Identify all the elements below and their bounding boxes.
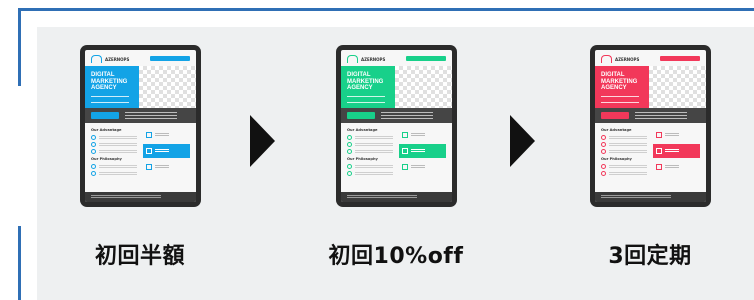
brand-name: AZERNOPS (361, 56, 386, 62)
bullet-icon (347, 171, 352, 176)
tablet-flyer-card-2[interactable]: AZERNOPS DIGITAL MARKETING AGENCY Our Ad… (336, 45, 457, 207)
feature-icon (656, 148, 662, 154)
brand: AZERNOPS (347, 55, 385, 63)
tablet-flyer-card-3[interactable]: AZERNOPS DIGITAL MARKETING AGENCY Our Ad… (590, 45, 711, 207)
frame-border-left-upper (18, 8, 21, 86)
advantage-column: Our Advantage Our Philosophy (91, 128, 137, 178)
label-3-times-subscription: 3回定期 (608, 244, 692, 269)
feature-column (653, 128, 700, 176)
feature-icon (146, 164, 152, 170)
bullet-icon (601, 135, 606, 140)
tablet-flyer-card-1[interactable]: AZERNOPS DIGITAL MARKETING AGENCY Our Ad… (80, 45, 201, 207)
flyer-screen: AZERNOPS DIGITAL MARKETING AGENCY Our Ad… (341, 50, 452, 202)
bullet-icon (601, 164, 606, 169)
hero-title: DIGITAL MARKETING AGENCY (601, 72, 638, 92)
logo-icon (347, 55, 358, 63)
bullet-icon (347, 142, 352, 147)
image-placeholder (139, 66, 196, 108)
arrow-right-icon (250, 115, 275, 167)
flyer-screen: AZERNOPS DIGITAL MARKETING AGENCY Our Ad… (85, 50, 196, 202)
flyer-footer (595, 192, 706, 202)
section-title-philosophy: Our Philosophy (347, 157, 378, 161)
bullet-icon (601, 171, 606, 176)
hero-block: DIGITAL MARKETING AGENCY (85, 66, 139, 108)
section-title-advantage: Our Advantage (91, 128, 122, 132)
bullet-icon (347, 135, 352, 140)
flyer-screen: AZERNOPS DIGITAL MARKETING AGENCY Our Ad… (595, 50, 706, 202)
bullet-icon (91, 149, 96, 154)
bullet-icon (347, 164, 352, 169)
header-pill (660, 56, 700, 61)
band-text-lines (381, 112, 433, 119)
flyer-footer (341, 192, 452, 202)
feature-icon (656, 132, 662, 138)
brand-name: AZERNOPS (105, 56, 130, 62)
bullet-icon (601, 142, 606, 147)
label-half-price: 初回半額 (94, 244, 185, 269)
arrow-right-icon (510, 115, 535, 167)
bullet-icon (91, 135, 96, 140)
feature-icon (402, 148, 408, 154)
feature-icon (402, 132, 408, 138)
label-10-percent-off: 初回10%off (328, 244, 464, 269)
band-button (601, 112, 629, 119)
hero-subtitle-lines (347, 96, 385, 103)
section-title-advantage: Our Advantage (601, 128, 632, 132)
hero-subtitle-lines (601, 96, 639, 103)
flyer-footer (85, 192, 196, 202)
hero-subtitle-lines (91, 96, 129, 103)
image-placeholder (395, 66, 452, 108)
feature-icon (146, 148, 152, 154)
band-button (91, 112, 119, 119)
section-title-advantage: Our Advantage (347, 128, 378, 132)
feature-icon (656, 164, 662, 170)
bullet-icon (91, 171, 96, 176)
bullet-icon (91, 142, 96, 147)
advantage-column: Our Advantage Our Philosophy (347, 128, 393, 178)
section-title-philosophy: Our Philosophy (91, 157, 122, 161)
logo-icon (601, 55, 612, 63)
bullet-icon (347, 149, 352, 154)
brand-name: AZERNOPS (615, 56, 640, 62)
band-text-lines (125, 112, 177, 119)
advantage-column: Our Advantage Our Philosophy (601, 128, 647, 178)
frame-border-top (18, 8, 754, 11)
hero-title: DIGITAL MARKETING AGENCY (91, 72, 128, 92)
band-button (347, 112, 375, 119)
frame-border-left-lower (18, 226, 21, 300)
feature-column (143, 128, 190, 176)
hero-title: DIGITAL MARKETING AGENCY (347, 72, 384, 92)
feature-icon (146, 132, 152, 138)
section-title-philosophy: Our Philosophy (601, 157, 632, 161)
logo-icon (91, 55, 102, 63)
brand: AZERNOPS (601, 55, 639, 63)
feature-icon (402, 164, 408, 170)
hero-block: DIGITAL MARKETING AGENCY (341, 66, 395, 108)
bullet-icon (601, 149, 606, 154)
header-pill (150, 56, 190, 61)
hero-block: DIGITAL MARKETING AGENCY (595, 66, 649, 108)
band-text-lines (635, 112, 687, 119)
header-pill (406, 56, 446, 61)
image-placeholder (649, 66, 706, 108)
bullet-icon (91, 164, 96, 169)
brand: AZERNOPS (91, 55, 129, 63)
feature-column (399, 128, 446, 176)
